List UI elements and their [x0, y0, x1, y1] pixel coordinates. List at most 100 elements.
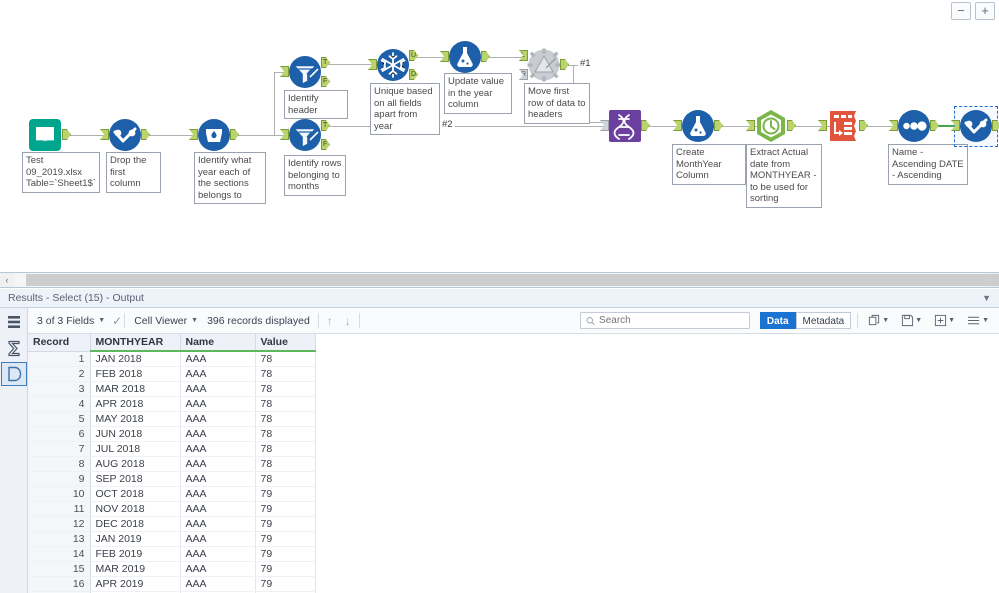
anchor-output-transpose[interactable] [859, 120, 868, 131]
tool-select-final[interactable] [951, 109, 999, 143]
anchor-output-formula-monthyear[interactable] [714, 120, 723, 131]
anchor-output-sort[interactable] [930, 120, 939, 131]
anchor-output-formula-year[interactable] [481, 51, 490, 62]
table-row[interactable]: 13 JAN 2019 AAA 79 [28, 531, 316, 547]
tool-filter-identify-header[interactable]: T F [280, 55, 330, 89]
cell-monthyear[interactable]: NOV 2018 [90, 501, 181, 517]
cell-record[interactable]: 4 [28, 396, 91, 412]
copy-button[interactable]: ▼ [864, 314, 893, 327]
anchor-output-filter-months-true[interactable]: T [321, 120, 330, 131]
add-button[interactable]: ▼ [930, 314, 959, 327]
cell-value[interactable]: 78 [255, 381, 316, 397]
cell-value[interactable]: 78 [255, 471, 316, 487]
cell-value[interactable]: 78 [255, 456, 316, 472]
tool-sort[interactable] [889, 109, 939, 143]
table-row[interactable]: 11 NOV 2018 AAA 79 [28, 501, 316, 517]
cell-monthyear[interactable]: APR 2018 [90, 396, 181, 412]
chevron-down-icon[interactable]: ▼ [982, 293, 991, 303]
cell-record[interactable]: 3 [28, 381, 91, 397]
anchor-input-macro-right[interactable]: R [519, 69, 528, 80]
anchor-output-select1[interactable] [141, 129, 150, 140]
cell-name[interactable]: AAA [180, 576, 256, 592]
anchor-output-datetime[interactable] [787, 120, 796, 131]
cell-record[interactable]: 14 [28, 546, 91, 562]
tool-datetime[interactable] [746, 109, 796, 143]
cell-record[interactable]: 5 [28, 411, 91, 427]
results-data-grid[interactable]: Record MONTHYEAR Name Value 1 JAN 2018 AAA… [28, 334, 999, 593]
table-row[interactable]: 5 MAY 2018 AAA 78 [28, 411, 316, 427]
scrollbar-track[interactable] [14, 273, 999, 287]
anchor-output-union[interactable] [641, 120, 650, 131]
cell-record[interactable]: 12 [28, 516, 91, 532]
cell-value[interactable]: 78 [255, 366, 316, 382]
anchor-output-filter-header-false[interactable]: F [321, 76, 330, 87]
cell-value[interactable]: 79 [255, 546, 316, 562]
cell-name[interactable]: AAA [180, 486, 256, 502]
cell-monthyear[interactable]: FEB 2019 [90, 546, 181, 562]
table-row[interactable]: 15 MAR 2019 AAA 79 [28, 561, 316, 577]
anchor-output-unique-d[interactable]: D [409, 69, 418, 80]
fields-selector[interactable]: 3 of 3 Fields ▼ [30, 315, 112, 327]
anchor-output-input-data[interactable] [62, 129, 71, 140]
cell-monthyear[interactable]: APR 2019 [90, 576, 181, 592]
cell-monthyear[interactable]: JUL 2018 [90, 441, 181, 457]
cell-record[interactable]: 1 [28, 351, 91, 367]
table-row[interactable]: 2 FEB 2018 AAA 78 [28, 366, 316, 382]
cell-name[interactable]: AAA [180, 426, 256, 442]
cell-name[interactable]: AAA [180, 531, 256, 547]
cell-value[interactable]: 79 [255, 576, 316, 592]
arrow-up-icon[interactable]: ↑ [321, 314, 339, 328]
tool-multi-row-formula[interactable] [189, 118, 239, 152]
table-row[interactable]: 1 JAN 2018 AAA 78 [28, 351, 316, 367]
cell-name[interactable]: AAA [180, 516, 256, 532]
cell-name[interactable]: AAA [180, 561, 256, 577]
cell-name[interactable]: AAA [180, 366, 256, 382]
cell-value[interactable]: 79 [255, 561, 316, 577]
anchor-output-select-final[interactable] [992, 120, 999, 131]
tool-filter-months[interactable]: T F [280, 118, 330, 152]
table-row[interactable]: 8 AUG 2018 AAA 78 [28, 456, 316, 472]
table-row[interactable]: 6 JUN 2018 AAA 78 [28, 426, 316, 442]
search-box[interactable] [579, 312, 750, 329]
arrow-down-icon[interactable]: ↓ [339, 314, 357, 328]
cell-record[interactable]: 13 [28, 531, 91, 547]
cell-record[interactable]: 11 [28, 501, 91, 517]
cell-name[interactable]: AAA [180, 411, 256, 427]
table-row[interactable]: 14 FEB 2019 AAA 79 [28, 546, 316, 562]
cell-monthyear[interactable]: MAY 2018 [90, 411, 181, 427]
cell-monthyear[interactable]: JAN 2019 [90, 531, 181, 547]
cell-name[interactable]: AAA [180, 441, 256, 457]
table-row[interactable]: 7 JUL 2018 AAA 78 [28, 441, 316, 457]
anchor-output-unique-u[interactable]: U [409, 50, 418, 61]
canvas-horizontal-scrollbar[interactable]: ‹ › [0, 272, 999, 288]
cell-value[interactable]: 79 [255, 501, 316, 517]
scrollbar-thumb[interactable] [26, 274, 999, 286]
anchor-output-filter-header-true[interactable]: T [321, 57, 330, 68]
tool-input-data[interactable] [28, 118, 71, 152]
cell-value[interactable]: 78 [255, 396, 316, 412]
anchor-output-multirow[interactable] [230, 129, 239, 140]
cell-value[interactable]: 78 [255, 411, 316, 427]
search-input[interactable] [599, 315, 744, 326]
tool-transpose[interactable] [818, 109, 868, 143]
column-header-value[interactable]: Value [255, 334, 316, 352]
cell-value[interactable]: 79 [255, 486, 316, 502]
column-header-monthyear[interactable]: MONTHYEAR [90, 334, 181, 352]
cell-record[interactable]: 8 [28, 456, 91, 472]
tool-select-drop-first-column[interactable] [100, 118, 150, 152]
tool-union[interactable] [600, 109, 650, 143]
cell-record[interactable]: 2 [28, 366, 91, 382]
cell-monthyear[interactable]: AUG 2018 [90, 456, 181, 472]
anchor-input-macro-left[interactable]: L [519, 50, 528, 61]
tool-formula-update-year[interactable] [440, 40, 490, 74]
data-tab[interactable]: Data [759, 312, 796, 329]
table-row[interactable]: 10 OCT 2018 AAA 79 [28, 486, 316, 502]
cell-name[interactable]: AAA [180, 501, 256, 517]
cell-monthyear[interactable]: OCT 2018 [90, 486, 181, 502]
cell-name[interactable]: AAA [180, 456, 256, 472]
cell-value[interactable]: 78 [255, 351, 316, 367]
cell-value[interactable]: 78 [255, 426, 316, 442]
rail-summary-button[interactable] [1, 336, 27, 360]
table-row[interactable]: 16 APR 2019 AAA 79 [28, 576, 316, 592]
table-row[interactable]: 12 DEC 2018 AAA 79 [28, 516, 316, 532]
